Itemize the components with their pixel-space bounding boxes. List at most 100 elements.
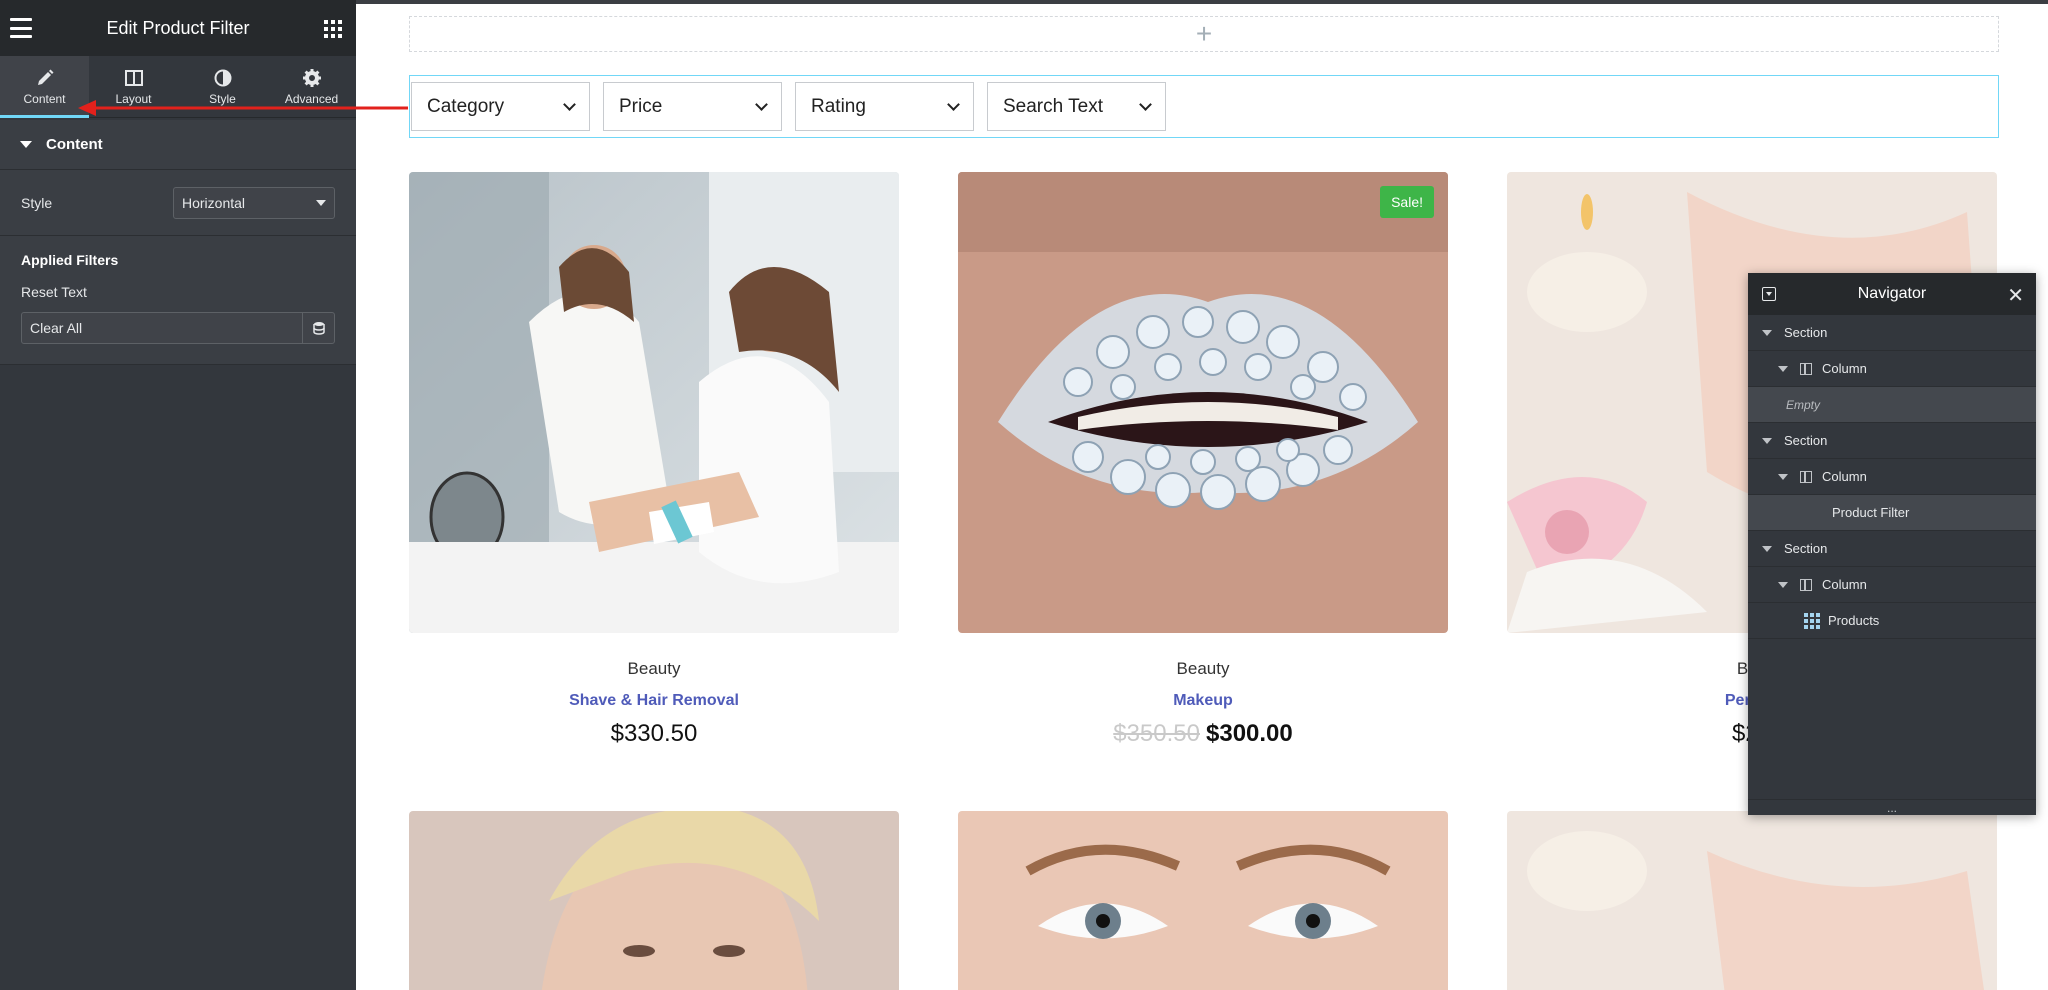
style-label: Style — [21, 194, 53, 211]
tab-style-label: Style — [209, 91, 236, 106]
collapse-all-icon[interactable] — [1762, 287, 1776, 301]
widgets-grid-icon[interactable] — [324, 20, 342, 38]
style-select-value: Horizontal — [182, 194, 246, 211]
content-section-toggle[interactable]: Content — [0, 120, 356, 170]
rating-filter-dropdown[interactable]: Rating — [795, 82, 974, 131]
search-text-filter-dropdown[interactable]: Search Text — [987, 82, 1166, 131]
column-icon — [1800, 362, 1812, 375]
product-category: Beauty — [627, 659, 681, 678]
reset-text-label: Reset Text — [21, 284, 87, 300]
hamburger-menu-icon[interactable] — [10, 18, 32, 38]
pencil-icon — [37, 69, 53, 85]
caret-down-icon — [1762, 545, 1772, 552]
product-card — [1507, 811, 1997, 990]
tab-content-label: Content — [23, 91, 66, 106]
product-category: Beauty — [1176, 659, 1230, 678]
product-card — [958, 811, 1448, 990]
price-filter-dropdown[interactable]: Price — [603, 82, 782, 131]
filter-label: Search Text — [1003, 95, 1103, 117]
product-price: $330.50 — [409, 720, 899, 748]
category-filter-dropdown[interactable]: Category — [411, 82, 590, 131]
filter-label: Rating — [811, 95, 866, 117]
navigator-item-label: Column — [1822, 577, 1867, 592]
navigator-item-empty[interactable]: Empty — [1748, 387, 2036, 423]
navigator-item-label: Section — [1784, 541, 1828, 556]
navigator-item-label: Column — [1822, 469, 1867, 484]
navigator-item-products[interactable]: Products — [1748, 603, 2036, 639]
navigator-item-label: Section — [1784, 325, 1828, 340]
filter-label: Category — [427, 95, 505, 117]
navigator-panel: Navigator ✕ Section Column Empty Section… — [1748, 273, 2036, 815]
style-select[interactable]: Horizontal — [173, 186, 335, 219]
current-price: $330.50 — [610, 720, 698, 747]
sale-badge: Sale! — [1380, 186, 1434, 218]
caret-down-icon — [1778, 473, 1788, 480]
sale-price: $300.00 — [1206, 720, 1293, 747]
navigator-item-column[interactable]: Column — [1748, 567, 2036, 603]
caret-down-icon — [1762, 329, 1772, 336]
navigator-resize-handle[interactable]: ... — [1748, 799, 2036, 815]
applied-filters-control: Applied Filters Reset Text — [0, 236, 356, 365]
product-image-skincare[interactable] — [409, 811, 899, 990]
tab-layout-label: Layout — [115, 91, 152, 106]
product-image-makeup[interactable]: Sale! — [958, 172, 1448, 633]
panel-tabs: Content Layout Style Advanced — [0, 56, 356, 118]
tab-advanced[interactable]: Advanced — [267, 56, 356, 117]
panel-title: Edit Product Filter — [106, 17, 250, 38]
navigator-item-product-filter[interactable]: Product Filter — [1748, 495, 2036, 531]
products-grid-icon — [1804, 612, 1820, 629]
applied-filters-heading: Applied Filters — [21, 252, 119, 268]
product-price: $350.50 $300.00 — [958, 720, 1448, 748]
product-card: Sale! Beauty Makeup $350.50 $300.00 — [958, 172, 1448, 748]
panel-header: Edit Product Filter — [0, 0, 356, 56]
add-section-dropzone[interactable]: + — [409, 16, 1999, 52]
layout-icon — [124, 69, 143, 86]
dropdown-arrow-icon — [316, 199, 326, 206]
chevron-down-icon — [563, 97, 576, 111]
product-image-shave[interactable] — [409, 172, 899, 633]
navigator-item-column[interactable]: Column — [1748, 351, 2036, 387]
column-icon — [1800, 470, 1812, 483]
chevron-down-icon — [1139, 97, 1152, 111]
navigator-item-column[interactable]: Column — [1748, 459, 2036, 495]
caret-down-icon — [1778, 581, 1788, 588]
tab-advanced-label: Advanced — [284, 91, 339, 106]
tab-content[interactable]: Content — [0, 56, 89, 118]
style-control: Style Horizontal — [0, 170, 356, 236]
navigator-item-label: Column — [1822, 361, 1867, 376]
product-filter-widget[interactable]: Category Price Rating Search Text — [409, 75, 1999, 138]
caret-down-icon — [1778, 365, 1788, 372]
tab-style[interactable]: Style — [178, 56, 267, 117]
editor-panel: Edit Product Filter Content Layout Style… — [0, 0, 356, 990]
plus-icon: + — [1195, 18, 1213, 49]
product-name-link[interactable]: Makeup — [958, 692, 1448, 710]
chevron-down-icon — [755, 97, 768, 111]
navigator-header[interactable]: Navigator ✕ — [1748, 273, 2036, 315]
gear-icon — [302, 68, 321, 87]
navigator-item-section[interactable]: Section — [1748, 423, 2036, 459]
navigator-item-label: Empty — [1786, 397, 1821, 412]
dynamic-tags-database-icon[interactable] — [302, 313, 334, 343]
product-image-manicure[interactable] — [1507, 811, 1997, 990]
canvas-top-border — [356, 0, 2048, 4]
product-image-eyes[interactable] — [958, 811, 1448, 990]
navigator-item-label: Product Filter — [1832, 505, 1910, 520]
close-icon[interactable]: ✕ — [2007, 283, 2024, 308]
reset-text-input[interactable] — [22, 313, 302, 343]
navigator-item-section[interactable]: Section — [1748, 531, 2036, 567]
contrast-icon — [214, 69, 231, 86]
navigator-item-section[interactable]: Section — [1748, 315, 2036, 351]
navigator-title: Navigator — [1857, 285, 1927, 302]
filter-label: Price — [619, 95, 663, 117]
product-card — [409, 811, 899, 990]
old-price: $350.50 — [1113, 720, 1200, 747]
chevron-down-icon — [947, 97, 960, 111]
navigator-item-label: Section — [1784, 433, 1828, 448]
column-icon — [1800, 578, 1812, 591]
caret-down-icon — [1762, 437, 1772, 444]
product-name-link[interactable]: Shave & Hair Removal — [409, 692, 899, 710]
tab-layout[interactable]: Layout — [89, 56, 178, 117]
navigator-item-label: Products — [1828, 613, 1880, 628]
product-card: Beauty Shave & Hair Removal $330.50 — [409, 172, 899, 748]
caret-down-icon — [20, 141, 32, 148]
